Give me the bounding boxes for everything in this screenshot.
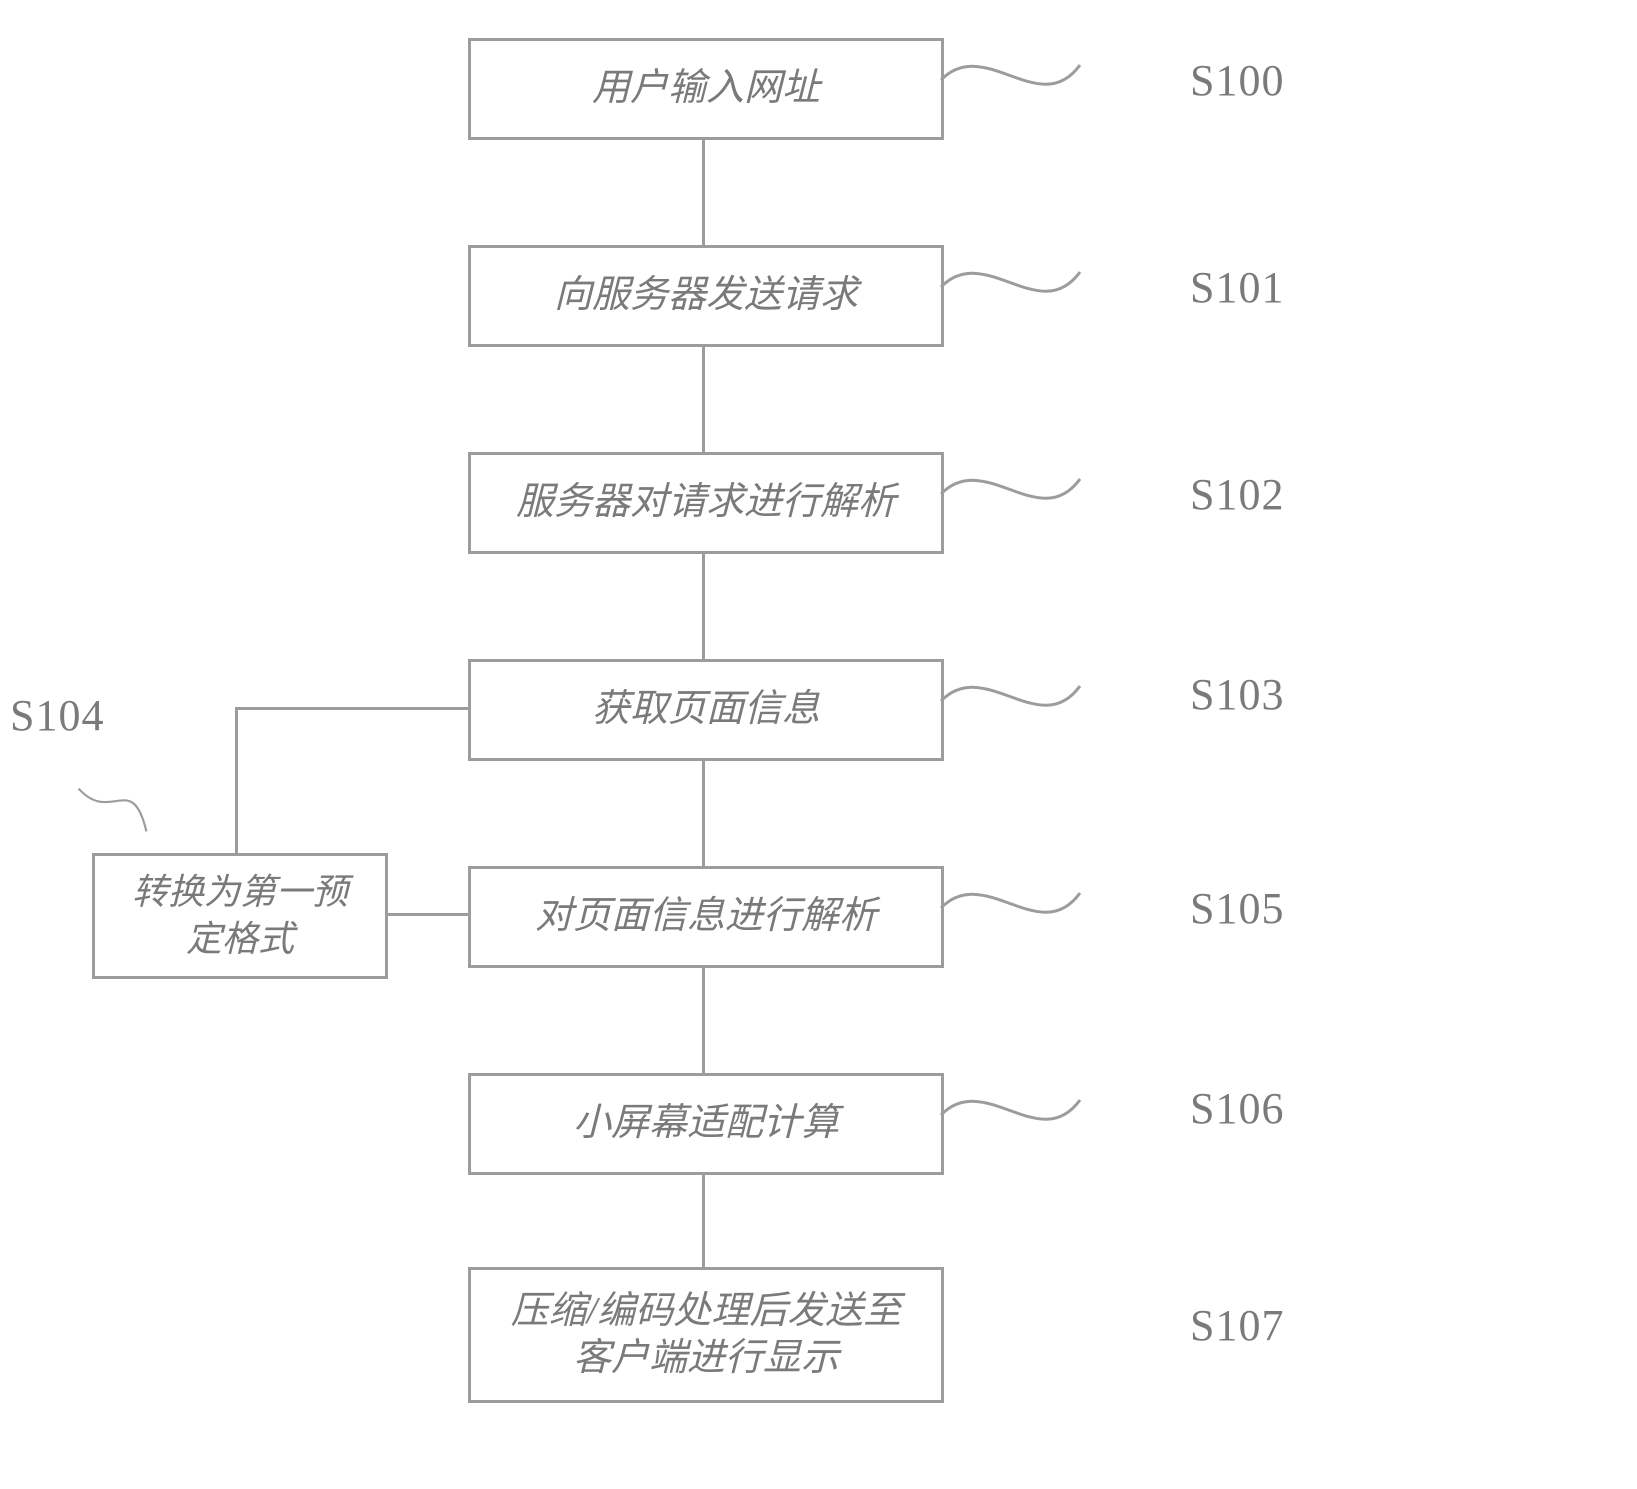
callout-s103 xyxy=(940,671,1080,721)
step-s105-box: 对页面信息进行解析 xyxy=(468,866,944,968)
connector-s100-s101 xyxy=(702,137,705,245)
connector-s104-s105 xyxy=(385,913,468,916)
step-s103-box: 获取页面信息 xyxy=(468,659,944,761)
step-s104-text: 转换为第一预 定格式 xyxy=(132,869,348,963)
callout-s101 xyxy=(940,257,1080,307)
connector-s103-s105 xyxy=(702,758,705,866)
connector-s102-s103 xyxy=(702,551,705,659)
connector-s106-s107 xyxy=(702,1172,705,1267)
label-s103: S103 xyxy=(1190,669,1284,720)
step-s102-text: 服务器对请求进行解析 xyxy=(516,479,896,527)
label-s104: S104 xyxy=(10,690,104,741)
step-s106-box: 小屏幕适配计算 xyxy=(468,1073,944,1175)
step-s107-text: 压缩/编码处理后发送至 客户端进行显示 xyxy=(511,1288,902,1383)
callout-s105 xyxy=(940,878,1080,928)
label-s100: S100 xyxy=(1190,55,1284,106)
step-s105-text: 对页面信息进行解析 xyxy=(535,893,877,941)
connector-s103-branch-h xyxy=(235,707,468,710)
callout-s102 xyxy=(940,464,1080,514)
step-s101-text: 向服务器发送请求 xyxy=(554,272,858,320)
step-s102-box: 服务器对请求进行解析 xyxy=(468,452,944,554)
flowchart-canvas: 用户输入网址 向服务器发送请求 服务器对请求进行解析 获取页面信息 对页面信息进… xyxy=(0,0,1637,1489)
label-s102: S102 xyxy=(1190,469,1284,520)
step-s106-text: 小屏幕适配计算 xyxy=(573,1100,839,1148)
step-s100-box: 用户输入网址 xyxy=(468,38,944,140)
step-s107-box: 压缩/编码处理后发送至 客户端进行显示 xyxy=(468,1267,944,1403)
step-s104-box: 转换为第一预 定格式 xyxy=(92,853,388,979)
label-s107: S107 xyxy=(1190,1300,1284,1351)
label-s105: S105 xyxy=(1190,883,1284,934)
callout-s106 xyxy=(940,1085,1080,1135)
connector-s101-s102 xyxy=(702,344,705,452)
step-s101-box: 向服务器发送请求 xyxy=(468,245,944,347)
callout-s104 xyxy=(55,785,195,835)
callout-s100 xyxy=(940,50,1080,100)
label-s106: S106 xyxy=(1190,1083,1284,1134)
step-s103-text: 获取页面信息 xyxy=(592,686,820,734)
label-s101: S101 xyxy=(1190,262,1284,313)
step-s100-text: 用户输入网址 xyxy=(592,65,820,113)
connector-s105-s106 xyxy=(702,965,705,1073)
connector-s103-branch-v xyxy=(235,707,238,853)
